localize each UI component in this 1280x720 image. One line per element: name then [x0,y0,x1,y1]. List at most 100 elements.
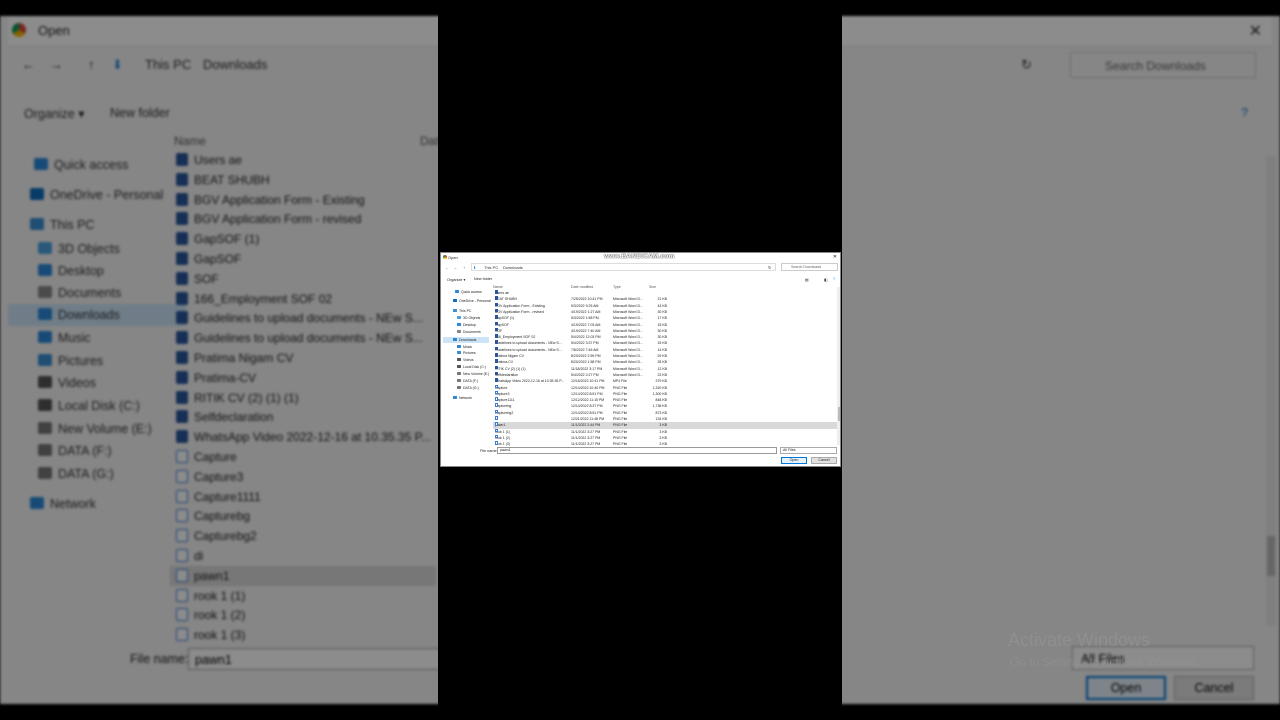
bg-file-row[interactable]: di [176,546,203,566]
nav-item-quick-access[interactable]: Quick access [447,289,482,295]
bg-nav-item-3d-objects[interactable]: 3D Objects [8,238,120,260]
nav-item-videos[interactable]: Videos [447,357,474,363]
word-file-icon [176,271,188,285]
bg-file-row[interactable]: Guidelines to upload documents - NEw S..… [176,308,423,328]
help-icon[interactable]: ? [1241,106,1248,120]
column-name[interactable]: Name [493,285,503,289]
nav-item-local-disk-c[interactable]: Local Disk (C:) [447,364,486,370]
address-box[interactable]: ⬇ This PC Downloads ↻ [471,263,776,271]
bg-file-row[interactable]: Capture [176,447,237,467]
scroll-thumb[interactable] [837,407,840,421]
bg-organize-button[interactable]: Organize ▾ [24,106,84,121]
nav-item-downloads[interactable]: Downloads [443,337,489,343]
bg-file-row[interactable]: BGV Application Form - revised [176,209,361,229]
help-icon[interactable]: ? [833,277,835,281]
nav-item-documents[interactable]: Documents [447,329,481,335]
bg-file-row[interactable]: WhatsApp Video 2022-12-16 at 10.35.35 P.… [176,427,431,447]
bg-nav-item-data-g[interactable]: DATA (G:) [8,463,114,485]
nav-item-new-volume-e[interactable]: New Volume (E:) [447,371,489,377]
bg-search-input[interactable]: Search Downloads [1070,52,1256,78]
bg-nav-item-data-f[interactable]: DATA (F:) [8,440,112,462]
back-icon[interactable]: ← [22,57,35,72]
nav-item-onedrive-personal[interactable]: OneDrive - Personal [447,298,491,304]
bg-nav-item-documents[interactable]: Documents [8,282,121,304]
forward-icon[interactable]: → [50,57,63,72]
bg-column-date[interactable]: Dat [420,134,439,148]
view-options-icon[interactable]: ▤ [805,277,809,282]
bg-scroll-thumb[interactable] [1267,536,1275,576]
bg-nav-item-this-pc[interactable]: This PC [8,214,94,236]
open-button[interactable]: Open [781,457,807,464]
forward-icon[interactable]: → [453,265,457,270]
bg-file-row[interactable]: BGV Application Form - Existing [176,190,365,210]
nav-item-this-pc[interactable]: This PC [447,308,471,314]
nav-item-3d-objects[interactable]: 3D Objects [447,315,480,321]
bg-file-name-input[interactable]: pawn1 [188,648,458,670]
bg-file-row[interactable]: Capture3 [176,467,243,487]
close-icon[interactable]: ✕ [833,254,837,260]
nav-item-network[interactable]: Network [447,395,472,401]
bg-column-name[interactable]: Name [174,134,206,148]
bg-nav-item-music[interactable]: Music [8,327,91,349]
bg-nav-item-desktop[interactable]: Desktop [8,260,104,282]
bg-file-row[interactable]: Guidelines to upload documents - NEw S..… [176,328,423,348]
bg-nav-item-downloads[interactable]: Downloads [8,304,186,326]
crumb-this-pc[interactable]: This PC [484,265,498,270]
bg-file-row[interactable]: 166_Employment SOF 02 [176,289,332,309]
preview-pane-icon[interactable]: ◧ [824,277,828,282]
bg-nav-item-quick-access[interactable]: Quick access [8,154,128,176]
bg-crumb-this-pc[interactable]: This PC [145,57,191,72]
cancel-button[interactable]: Cancel [811,457,837,464]
file-name-input[interactable]: pawn1 [497,447,777,454]
bg-file-row[interactable]: pawn1 [170,565,436,586]
scrollbar[interactable] [837,287,840,445]
bg-new-folder-button[interactable]: New folder [110,106,170,120]
column-type[interactable]: Type [613,285,621,289]
bg-nav-item-network[interactable]: Network [8,493,96,515]
back-icon[interactable]: ← [445,265,449,270]
nav-item-data-g[interactable]: DATA (G:) [447,385,479,391]
nav-item-pictures[interactable]: Pictures [447,350,476,356]
nav-item-data-f[interactable]: DATA (F:) [447,378,478,384]
bg-nav-item-videos[interactable]: Videos [8,372,96,394]
bg-nav-item-pictures[interactable]: Pictures [8,350,103,372]
bg-file-row[interactable]: Pratima Nigam CV [176,348,293,368]
bg-file-row[interactable]: Users ae [176,150,242,170]
bg-file-row[interactable]: BEAT SHUBH [176,170,270,190]
column-size[interactable]: Size [649,285,656,289]
up-icon[interactable]: ↑ [88,57,95,72]
bg-scrollbar[interactable] [1266,156,1276,626]
bg-file-row[interactable]: Capturebg2 [176,526,257,546]
chrome-icon [12,23,26,37]
new-folder-button[interactable]: New folder [474,277,492,281]
word-file-icon [176,153,188,166]
column-date[interactable]: Date modified [571,285,593,289]
bg-file-row[interactable]: Selfdeclaration [176,407,273,427]
search-input[interactable]: Search Downloads [781,263,838,271]
refresh-icon[interactable]: ↻ [768,265,771,270]
bg-file-row[interactable]: Capture1111 [176,487,261,507]
pictures-icon [38,354,52,366]
bg-file-row[interactable]: Capturebg [176,506,250,526]
bg-file-row[interactable]: rook 1 (2) [176,605,245,625]
bg-nav-item-onedrive-personal[interactable]: OneDrive - Personal [8,184,163,206]
bg-close-icon[interactable]: ✕ [1249,21,1262,41]
nav-item-desktop[interactable]: Desktop [447,322,476,328]
file-date-cell: 5/4/2022 2:27 PM [571,372,599,377]
up-icon[interactable]: ↑ [463,265,465,270]
file-type-select[interactable]: All Files [780,447,837,454]
crumb-downloads[interactable]: Downloads [503,265,523,270]
bg-nav-item-local-disk-c[interactable]: Local Disk (C:) [8,395,140,417]
bg-file-row[interactable]: RITIK CV (2) (1) (1) [176,388,299,408]
bg-file-row[interactable]: GapSOF [176,249,241,269]
refresh-icon[interactable]: ↻ [1021,57,1032,73]
bg-nav-item-new-volume-e[interactable]: New Volume (E:) [8,418,152,440]
bg-file-row[interactable]: SOF [176,269,219,289]
bg-file-row[interactable]: GapSOF (1) [176,229,259,249]
bg-crumb-downloads[interactable]: Downloads [203,57,267,72]
bg-cancel-button[interactable]: Cancel [1174,676,1254,700]
organize-button[interactable]: Organize ▾ [447,277,465,282]
bg-file-row[interactable]: Pratima-CV [176,368,256,388]
bg-file-row[interactable]: rook 1 (1) [176,586,245,606]
bg-open-button[interactable]: Open [1086,676,1166,700]
